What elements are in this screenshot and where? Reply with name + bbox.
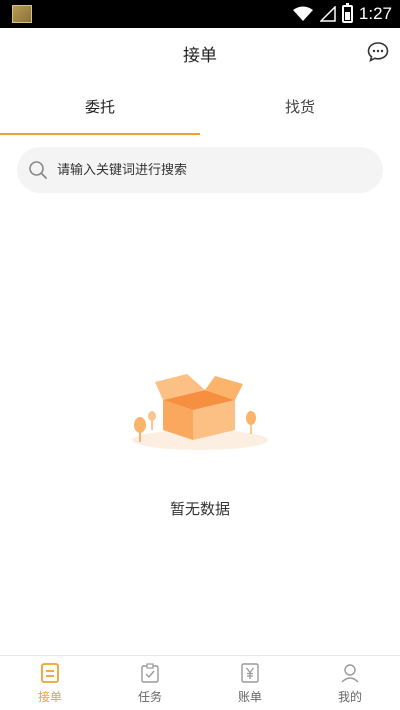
search-icon — [29, 161, 47, 179]
header: 接单 — [0, 28, 400, 78]
nav-label: 我的 — [337, 689, 362, 704]
empty-state: 暂无数据 — [0, 370, 400, 519]
nav-label: 接单 — [37, 689, 62, 704]
status-indicators: 1:27 — [292, 3, 392, 24]
nav-item-orders[interactable]: 接单 — [0, 656, 100, 710]
search-bar[interactable] — [17, 147, 383, 193]
nav-item-bills[interactable]: 账单 — [200, 656, 300, 710]
tab-label: 委托 — [84, 98, 115, 116]
nav-item-tasks[interactable]: 任务 — [100, 656, 200, 710]
bottom-nav: 接单 任务 账单 我的 — [0, 655, 400, 710]
clipboard-icon — [141, 662, 159, 683]
list-icon — [41, 662, 59, 683]
user-icon — [341, 663, 359, 683]
tab-entrust[interactable]: 委托 — [0, 78, 200, 135]
empty-message: 暂无数据 — [169, 500, 230, 518]
nav-label: 任务 — [137, 689, 162, 704]
status-time: 1:27 — [358, 4, 392, 23]
nav-item-profile[interactable]: 我的 — [300, 656, 400, 710]
tab-bar: 委托 找货 — [0, 78, 400, 135]
status-bar: 1:27 — [0, 0, 400, 28]
tab-find-goods[interactable]: 找货 — [200, 78, 400, 135]
signal-icon — [319, 6, 336, 22]
search-input[interactable] — [57, 162, 357, 178]
empty-box-illustration — [132, 374, 268, 450]
tab-label: 找货 — [284, 98, 315, 116]
battery-icon — [341, 3, 353, 23]
page-title: 接单 — [183, 45, 217, 66]
app-screen: 1:27 接单 委托 找货 请输入关键词进行搜索 暂无数据 接单 任务 账单 我… — [0, 0, 400, 710]
nav-label: 账单 — [237, 689, 262, 704]
wifi-icon — [292, 6, 313, 21]
notification-icon — [12, 5, 32, 23]
message-icon[interactable] — [366, 40, 390, 64]
yen-bill-icon — [241, 662, 259, 683]
